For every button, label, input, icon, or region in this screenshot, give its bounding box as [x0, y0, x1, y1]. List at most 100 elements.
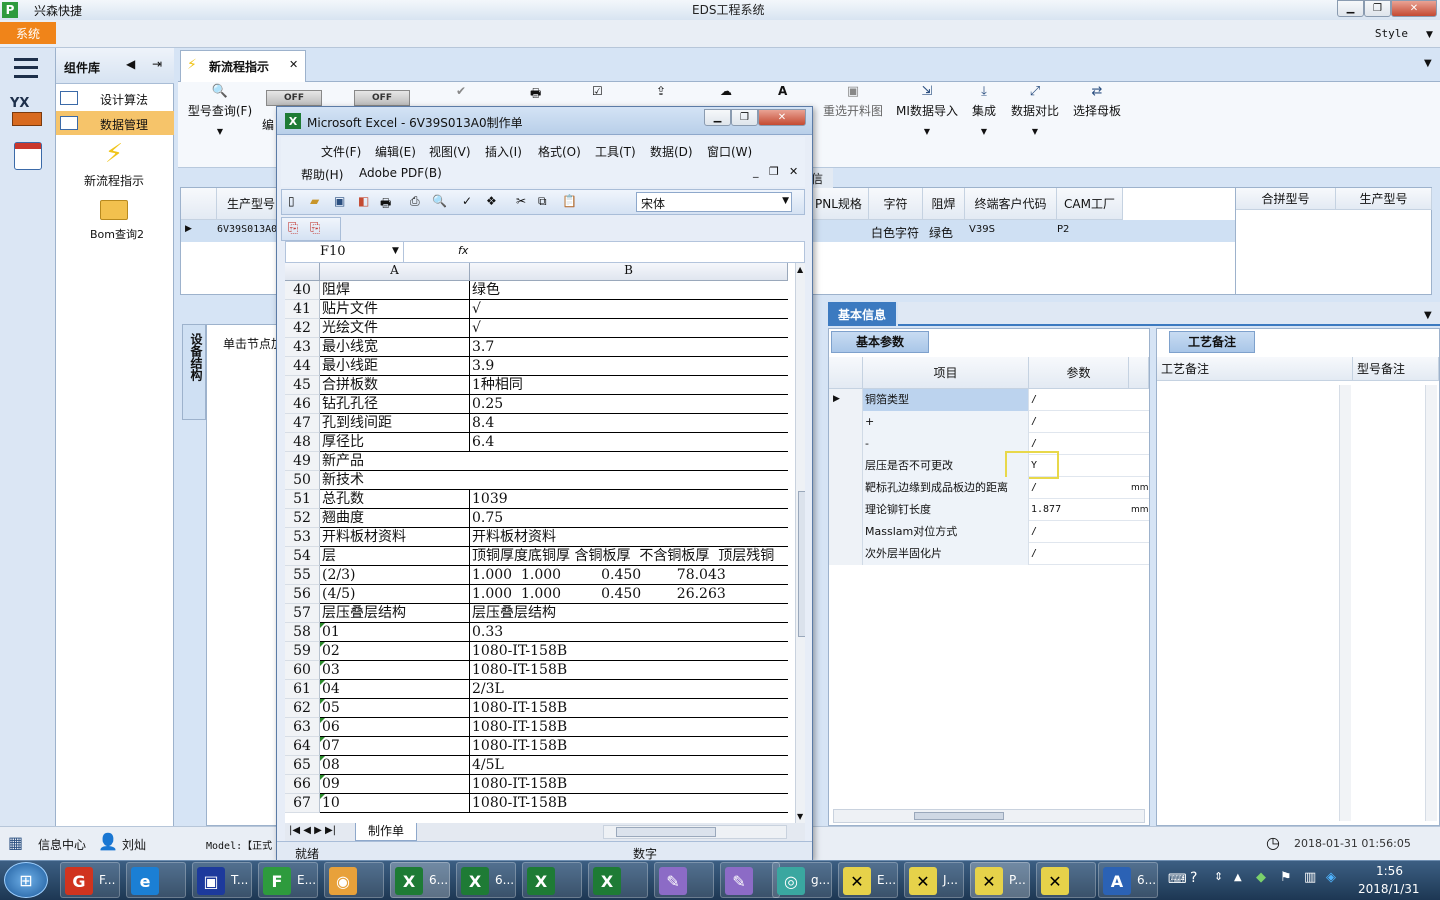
- cell-a[interactable]: 钻孔孔径: [320, 395, 470, 414]
- permission-icon[interactable]: ◧: [358, 194, 369, 208]
- grid-header[interactable]: 生产型号: [1336, 188, 1432, 210]
- row-number[interactable]: 40: [285, 281, 320, 300]
- taskbar-item[interactable]: X: [588, 862, 648, 898]
- calendar-icon[interactable]: [14, 142, 42, 170]
- grid-header[interactable]: 阻焊: [923, 188, 965, 220]
- row-number[interactable]: 45: [285, 376, 320, 395]
- start-button[interactable]: ⊞: [4, 862, 48, 898]
- cell-b[interactable]: 绿色: [470, 281, 788, 300]
- print-icon[interactable]: 🖶: [380, 194, 391, 215]
- taskbar-item[interactable]: e: [126, 862, 186, 898]
- tray-date[interactable]: 2018/1/31: [1358, 882, 1420, 896]
- help-icon[interactable]: ?: [1190, 870, 1197, 886]
- vertical-scrollbar[interactable]: [1425, 385, 1437, 821]
- cell-a[interactable]: 最小线距: [320, 357, 470, 376]
- sheet-row[interactable]: 42 光绘文件 √: [285, 319, 805, 338]
- cell-b[interactable]: [470, 471, 788, 490]
- ribbon-button-partial[interactable]: 编: [262, 116, 274, 133]
- excel-close-button[interactable]: ✕: [758, 109, 806, 126]
- paste-icon[interactable]: 📋: [562, 194, 577, 208]
- data-compare-button[interactable]: ⤢ 数据对比 ▼: [1008, 84, 1062, 136]
- row-number[interactable]: 59: [285, 642, 320, 661]
- cell-b[interactable]: 1080-IT-158B: [470, 737, 788, 756]
- sheet-row[interactable]: 61 04 2/3L: [285, 680, 805, 699]
- cell-b[interactable]: 8.4: [470, 414, 788, 433]
- param-row[interactable]: 靶标孔边缘到成品板边的距离 / mm: [829, 477, 1149, 499]
- sheet-row[interactable]: 66 09 1080-IT-158B: [285, 775, 805, 794]
- search-icon[interactable]: 🔍: [432, 194, 447, 208]
- param-row[interactable]: 次外层半固化片 /: [829, 543, 1149, 565]
- row-number[interactable]: 49: [285, 452, 320, 471]
- vertical-scrollbar[interactable]: [1339, 385, 1351, 821]
- cell-a[interactable]: 01: [320, 623, 470, 642]
- cell-b[interactable]: 1种相同: [470, 376, 788, 395]
- keyboard-icon[interactable]: ⌨: [1168, 872, 1187, 887]
- minimize-button[interactable]: ▁: [1337, 0, 1364, 17]
- research-icon[interactable]: ❖: [486, 194, 497, 208]
- excel-menu-help[interactable]: 帮助(H): [301, 166, 343, 183]
- sheet-row[interactable]: 54 层顶铜厚度底铜厚 含铜板厚 不含铜板厚 顶层残铜: [285, 547, 805, 566]
- taskbar-item[interactable]: X: [522, 862, 582, 898]
- cell-a[interactable]: 层压叠层结构: [320, 604, 470, 623]
- print-preview-icon[interactable]: ⎙: [410, 194, 420, 209]
- pdf-mail-icon[interactable]: ⎘: [310, 221, 320, 236]
- sheet-row[interactable]: 55 (2/3) 1.000 1.000 0.450 78.043: [285, 566, 805, 585]
- cell-a[interactable]: 07: [320, 737, 470, 756]
- col-header-item[interactable]: 项目: [863, 357, 1029, 389]
- model-query-button[interactable]: 🔍 型号查询(F) ▼: [184, 84, 256, 136]
- ime-icon[interactable]: ⇕: [1214, 870, 1223, 883]
- cell-a[interactable]: 09: [320, 775, 470, 794]
- taskbar-item[interactable]: X 6...: [456, 862, 516, 898]
- tray-app-icon[interactable]: ◈: [1326, 870, 1336, 885]
- cell-a[interactable]: 最小线宽: [320, 338, 470, 357]
- tab-basic-info[interactable]: 基本信息: [828, 302, 896, 326]
- taskbar-item-active[interactable]: X 6...: [390, 862, 450, 898]
- cell-a[interactable]: 阻焊: [320, 281, 470, 300]
- nav-item-data-management[interactable]: 数据管理: [56, 111, 174, 135]
- close-button[interactable]: ✕: [1391, 0, 1437, 17]
- cell-a[interactable]: (2/3): [320, 566, 470, 585]
- cell-a[interactable]: 03: [320, 661, 470, 680]
- excel-menu-format[interactable]: 格式(O): [538, 143, 581, 160]
- sheet-row[interactable]: 53 开料板材资料 开料板材资料: [285, 528, 805, 547]
- copy-icon[interactable]: ⧉: [538, 194, 547, 209]
- cell-b[interactable]: 3.9: [470, 357, 788, 376]
- cell-a[interactable]: 06: [320, 718, 470, 737]
- pdf-icon[interactable]: ⎘: [288, 221, 298, 236]
- taskbar-item[interactable]: ✕ E...: [838, 862, 898, 898]
- cell-b[interactable]: 开料板材资料: [470, 528, 788, 547]
- sheet-row[interactable]: 62 05 1080-IT-158B: [285, 699, 805, 718]
- excel-menu-adobe-pdf[interactable]: Adobe PDF(B): [359, 166, 442, 180]
- row-number[interactable]: 46: [285, 395, 320, 414]
- column-header-a[interactable]: A: [320, 263, 470, 281]
- cell-b[interactable]: √: [470, 319, 788, 338]
- sheet-row[interactable]: 43 最小线宽 3.7: [285, 338, 805, 357]
- taskbar-item[interactable]: ◉: [324, 862, 384, 898]
- workbook-minimize-icon[interactable]: _: [753, 165, 759, 178]
- cell-b[interactable]: 1.000 1.000 0.450 26.263: [470, 585, 788, 604]
- shortcut-new-flow[interactable]: 新流程指示: [84, 172, 144, 189]
- toggle-switch[interactable]: OFF: [354, 90, 410, 106]
- save-icon[interactable]: ▣: [334, 194, 345, 208]
- taskbar-item[interactable]: ✎: [654, 862, 714, 898]
- cell-a[interactable]: 总孔数: [320, 490, 470, 509]
- sheet-row[interactable]: 46 钻孔孔径 0.25: [285, 395, 805, 414]
- cell-a[interactable]: 翘曲度: [320, 509, 470, 528]
- excel-maximize-button[interactable]: ❐: [731, 109, 758, 126]
- col-header-model-notes[interactable]: 型号备注: [1353, 357, 1439, 381]
- formula-input[interactable]: [472, 242, 806, 262]
- tab-list-dropdown-icon[interactable]: ▼: [1424, 58, 1432, 69]
- tab-craft-notes[interactable]: 工艺备注: [1169, 331, 1255, 353]
- sheet-row[interactable]: 49 新产品: [285, 452, 805, 471]
- cell-b[interactable]: 1080-IT-158B: [470, 718, 788, 737]
- row-number[interactable]: 52: [285, 509, 320, 528]
- cell-b[interactable]: 3.7: [470, 338, 788, 357]
- grid-header[interactable]: 合拼型号: [1236, 188, 1336, 210]
- cell-a[interactable]: 05: [320, 699, 470, 718]
- name-box[interactable]: F10 ▼: [286, 242, 404, 262]
- hamburger-icon[interactable]: [14, 58, 38, 78]
- row-number[interactable]: 48: [285, 433, 320, 452]
- param-row[interactable]: 理论铆钉长度 1.877 mm: [829, 499, 1149, 521]
- workbook-close-icon[interactable]: ✕: [789, 165, 798, 178]
- cell-b[interactable]: 4/5L: [470, 756, 788, 775]
